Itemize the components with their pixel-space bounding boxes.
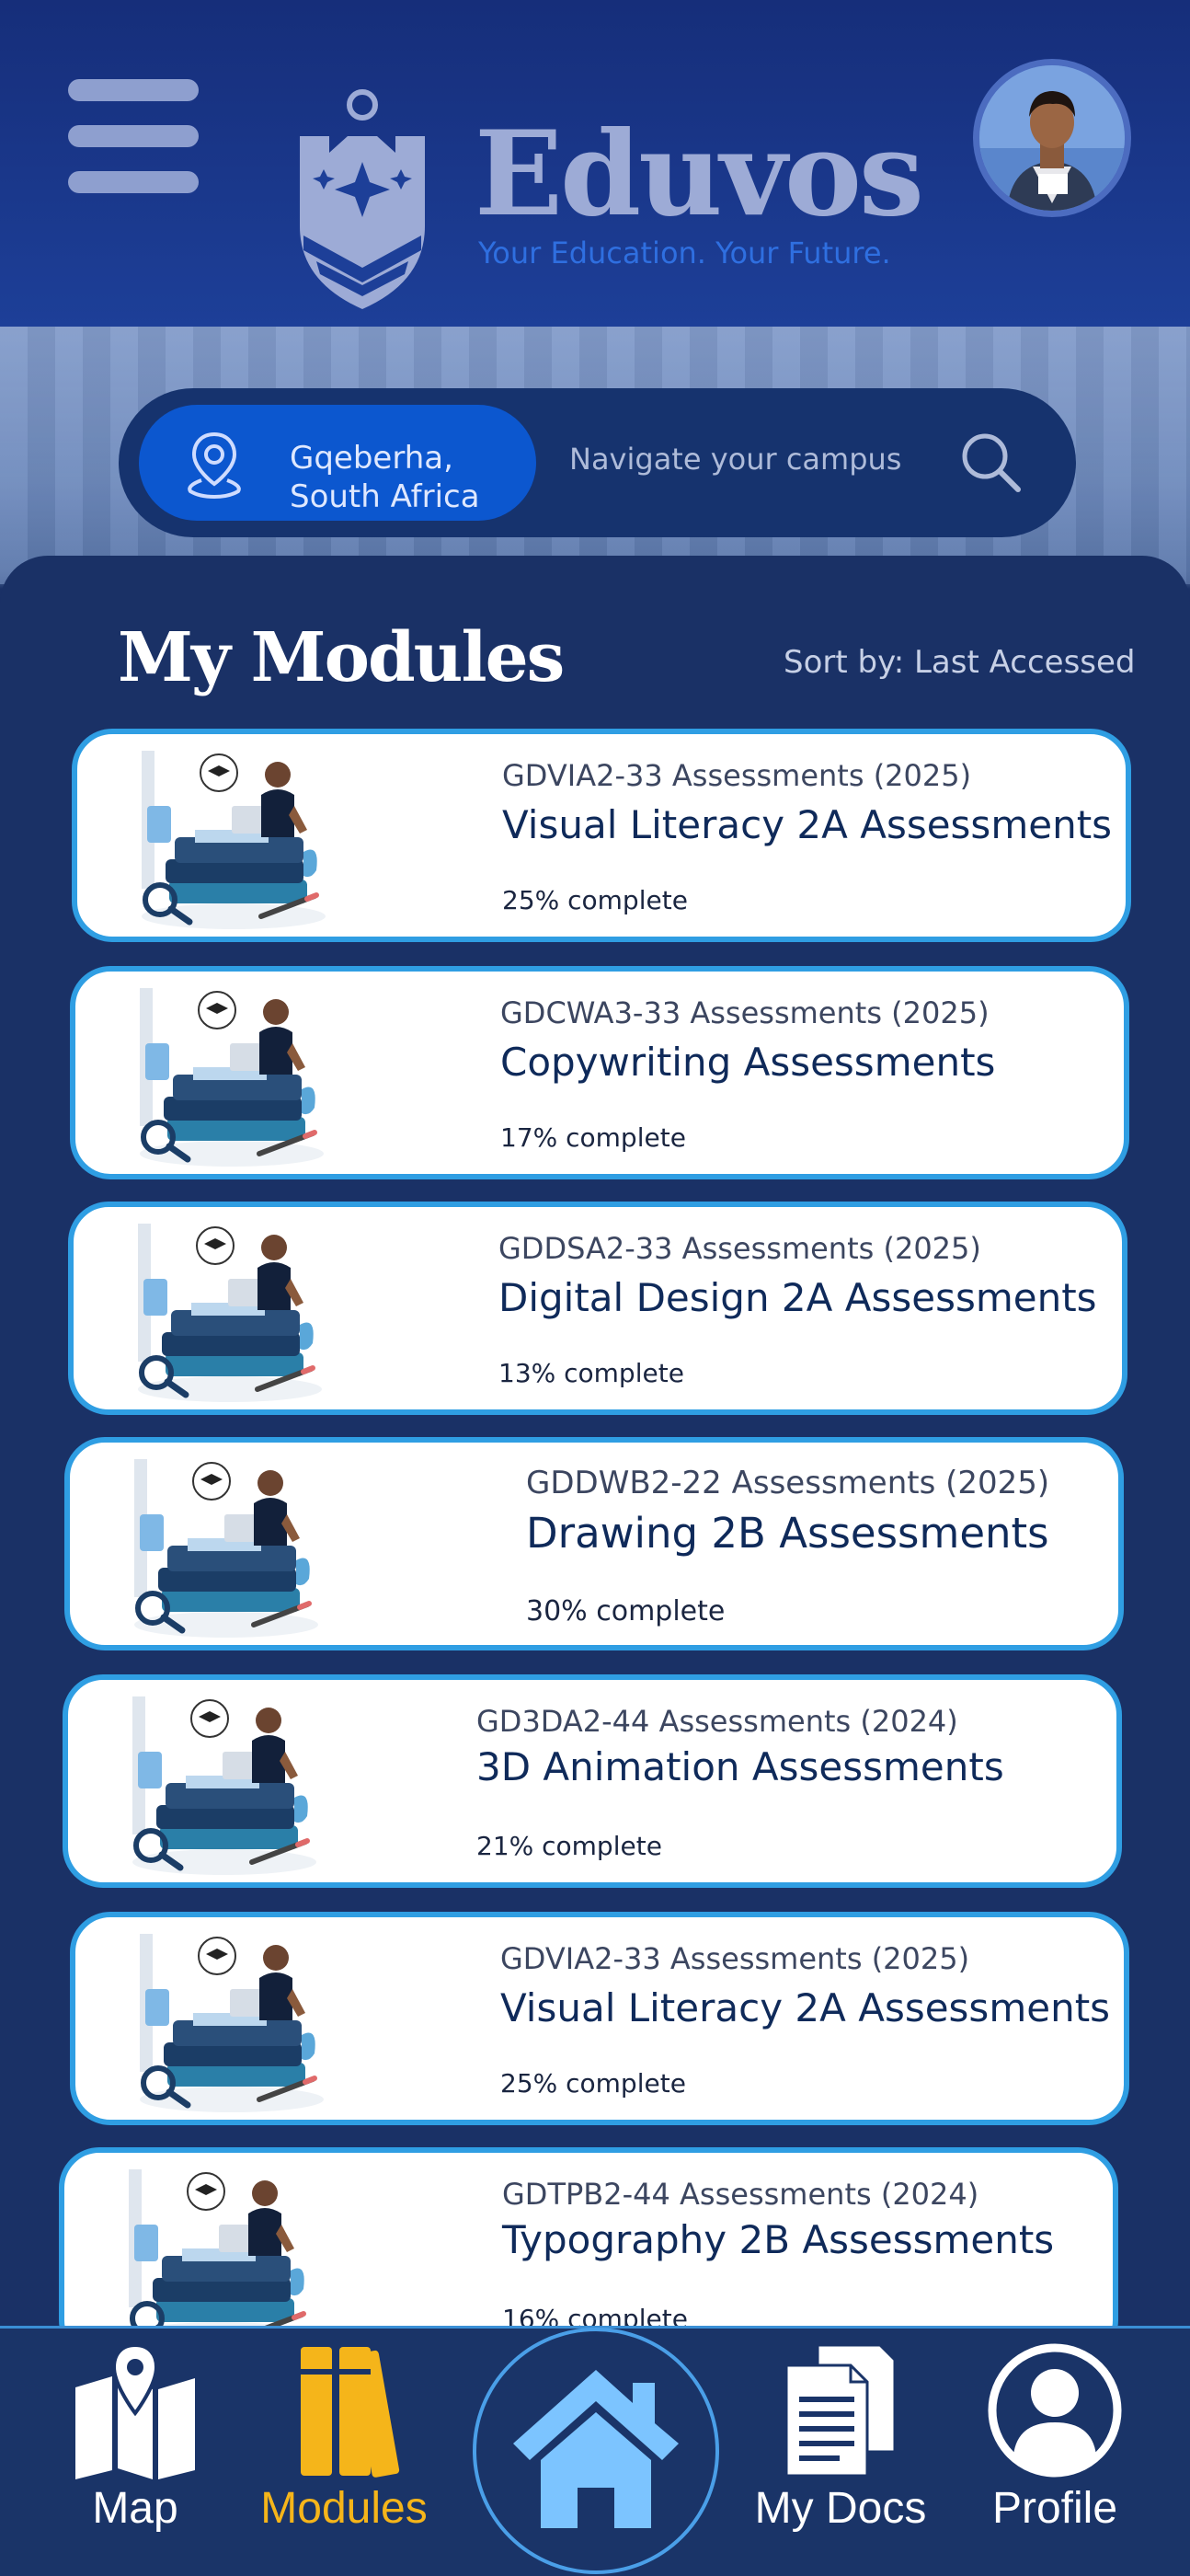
nav-label-map: Map [92,2484,178,2533]
module-progress: 25% complete [502,885,688,915]
module-title: Visual Literacy 2A Assessments [500,1985,1111,2030]
module-progress: 30% complete [526,1595,726,1627]
module-card[interactable]: GDDSA2-33 Assessments (2025) Digital Des… [68,1202,1127,1415]
nav-item-docs[interactable]: My Docs [749,2341,933,2534]
profile-icon [988,2343,1122,2478]
nav-item-map[interactable]: Map [61,2341,210,2534]
module-progress: 21% complete [476,1831,662,1861]
nav-label-modules: Modules [260,2484,428,2533]
module-card[interactable]: GDTPB2-44 Assessments (2024) Typography … [59,2147,1118,2328]
study-illustration-icon [123,742,335,935]
module-card[interactable]: GDVIA2-33 Assessments (2025) Visual Lite… [72,729,1131,942]
study-illustration-icon [120,1214,331,1408]
module-title: Digital Design 2A Assessments [498,1275,1097,1320]
books-icon [301,2347,400,2478]
module-title: Copywriting Assessments [500,1040,996,1085]
module-code: GDVIA2-33 Assessments (2025) [502,758,972,793]
module-title: 3D Animation Assessments [476,1744,1004,1789]
documents-icon [784,2343,897,2478]
study-illustration-icon [114,1687,326,1880]
module-code: GDDSA2-33 Assessments (2025) [498,1231,981,1266]
nav-label-docs: My Docs [754,2484,927,2533]
home-button[interactable] [473,2328,719,2574]
module-progress: 25% complete [500,2068,686,2099]
module-list: GDVIA2-33 Assessments (2025) Visual Lite… [0,0,1190,2328]
nav-label-profile: Profile [991,2484,1118,2533]
module-progress: 17% complete [500,1122,686,1153]
module-progress: 13% complete [498,1358,684,1388]
module-card[interactable]: GDVIA2-33 Assessments (2025) Visual Lite… [70,1912,1129,2125]
module-code: GDVIA2-33 Assessments (2025) [500,1941,970,1976]
module-card[interactable]: GD3DA2-44 Assessments (2024) 3D Animatio… [63,1674,1122,1888]
nav-item-modules[interactable]: Modules [254,2341,434,2534]
module-card[interactable]: GDDWB2-22 Assessments (2025) Drawing 2B … [64,1437,1124,1650]
module-code: GDCWA3-33 Assessments (2025) [500,995,990,1030]
study-illustration-icon [121,1925,333,2118]
home-icon [513,2370,679,2528]
study-illustration-icon [121,979,333,1172]
module-code: GDTPB2-44 Assessments (2024) [502,2177,979,2212]
study-illustration-icon [110,2160,322,2328]
module-progress: 16% complete [502,2304,688,2328]
module-title: Typography 2B Assessments [502,2217,1055,2262]
module-code: GDDWB2-22 Assessments (2025) [526,1465,1050,1501]
nav-item-profile[interactable]: Profile [978,2341,1131,2534]
map-icon [75,2342,195,2479]
module-title: Drawing 2B Assessments [526,1509,1049,1558]
module-card[interactable]: GDCWA3-33 Assessments (2025) Copywriting… [70,966,1129,1179]
study-illustration-icon [116,1450,327,1643]
module-title: Visual Literacy 2A Assessments [502,802,1113,847]
module-code: GD3DA2-44 Assessments (2024) [476,1704,958,1739]
